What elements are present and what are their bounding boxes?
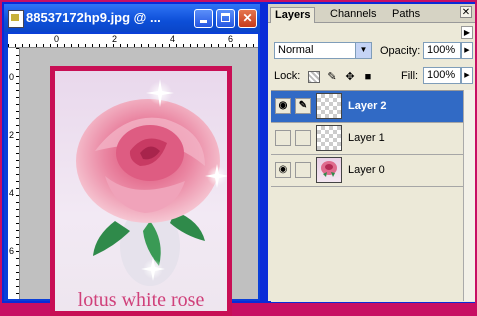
visibility-toggle[interactable] xyxy=(275,130,291,146)
close-button[interactable]: ✕ xyxy=(238,9,257,28)
lock-position-icon[interactable]: ✥ xyxy=(344,71,356,83)
rose-image[interactable]: lotus white rose xyxy=(50,66,232,316)
blend-mode-value: Normal xyxy=(278,44,314,56)
ruler-label: 6 xyxy=(228,34,234,44)
minimize-icon xyxy=(200,20,207,23)
image-caption: lotus white rose xyxy=(77,289,205,311)
ruler-label: 0 xyxy=(9,72,15,82)
horizontal-ruler[interactable]: 0 2 4 6 xyxy=(8,34,258,48)
layer-thumbnail xyxy=(316,93,342,119)
panel-tab-row: Layers Channels Paths ✕ xyxy=(268,4,475,23)
fill-arrow-icon[interactable]: ▶ xyxy=(461,67,473,84)
fill-label: Fill: xyxy=(401,70,419,82)
ruler-label: 4 xyxy=(9,188,15,198)
layers-list: ◉ ✎ Layer 2 Layer 1 ◉ Layer 0 xyxy=(271,90,475,302)
brush-icon[interactable]: ✎ xyxy=(295,98,311,114)
screen-frame: 88537172hp9.jpg @ ... ✕ 0 2 4 6 0 2 4 6 xyxy=(2,2,475,316)
eye-icon[interactable]: ◉ xyxy=(275,98,291,114)
document-title: 88537172hp9.jpg @ ... xyxy=(26,10,161,25)
blend-mode-select[interactable]: Normal ▼ xyxy=(274,42,372,59)
panel-close-icon[interactable]: ✕ xyxy=(460,6,472,18)
image-file-icon xyxy=(8,10,24,28)
opacity-field[interactable]: 100% xyxy=(423,42,461,59)
minimize-button[interactable] xyxy=(194,9,213,28)
layers-panel: Layers Channels Paths ✕ ▶ Normal ▼ Opaci… xyxy=(268,4,475,302)
maximize-button[interactable] xyxy=(216,9,235,28)
opacity-label: Opacity: xyxy=(380,45,421,57)
fill-field[interactable]: 100% xyxy=(423,67,461,84)
eye-icon[interactable]: ◉ xyxy=(275,162,291,178)
link-toggle[interactable] xyxy=(295,162,311,178)
vertical-ruler[interactable]: 0 2 4 6 xyxy=(8,48,20,299)
ruler-label: 4 xyxy=(170,34,176,44)
layer-name: Layer 0 xyxy=(348,164,385,176)
close-icon: ✕ xyxy=(242,11,253,25)
layer-row-layer-2[interactable]: ◉ ✎ Layer 2 xyxy=(271,91,463,123)
layer-row-layer-0[interactable]: ◉ Layer 0 xyxy=(271,155,463,187)
lock-paint-icon[interactable]: ✎ xyxy=(326,71,338,83)
opacity-arrow-icon[interactable]: ▶ xyxy=(461,42,473,59)
ruler-label: 2 xyxy=(9,130,15,140)
ruler-label: 2 xyxy=(112,34,118,44)
lock-label: Lock: xyxy=(274,70,301,82)
rose-thumbnail-icon xyxy=(316,157,342,183)
ruler-label: 0 xyxy=(54,34,60,44)
layer-name: Layer 2 xyxy=(348,100,387,112)
ruler-label: 6 xyxy=(9,246,15,256)
document-window: 88537172hp9.jpg @ ... ✕ 0 2 4 6 0 2 4 6 xyxy=(4,4,260,316)
tab-paths[interactable]: Paths xyxy=(388,7,424,22)
rose-image-content: lotus white rose xyxy=(55,71,227,311)
canvas-area[interactable]: 0 2 4 6 0 2 4 6 lotus white rose xyxy=(8,34,258,316)
lock-transparency-icon[interactable] xyxy=(308,71,320,83)
document-titlebar[interactable]: 88537172hp9.jpg @ ... ✕ xyxy=(4,4,260,32)
layer-row-layer-1[interactable]: Layer 1 xyxy=(271,123,463,155)
rose-illustration xyxy=(76,79,227,286)
maximize-icon xyxy=(221,13,230,22)
rose-thumbnail-graphic xyxy=(321,161,337,177)
chevron-down-icon: ▼ xyxy=(355,43,371,58)
link-toggle[interactable] xyxy=(295,130,311,146)
layer-name: Layer 1 xyxy=(348,132,385,144)
tab-layers[interactable]: Layers xyxy=(270,7,316,23)
layers-scrollbar[interactable] xyxy=(463,90,475,301)
panel-menu-arrow-icon[interactable]: ▶ xyxy=(461,26,473,39)
lock-all-icon[interactable]: ■ xyxy=(362,71,374,83)
layer-thumbnail xyxy=(316,125,342,151)
tab-channels[interactable]: Channels xyxy=(326,7,380,22)
